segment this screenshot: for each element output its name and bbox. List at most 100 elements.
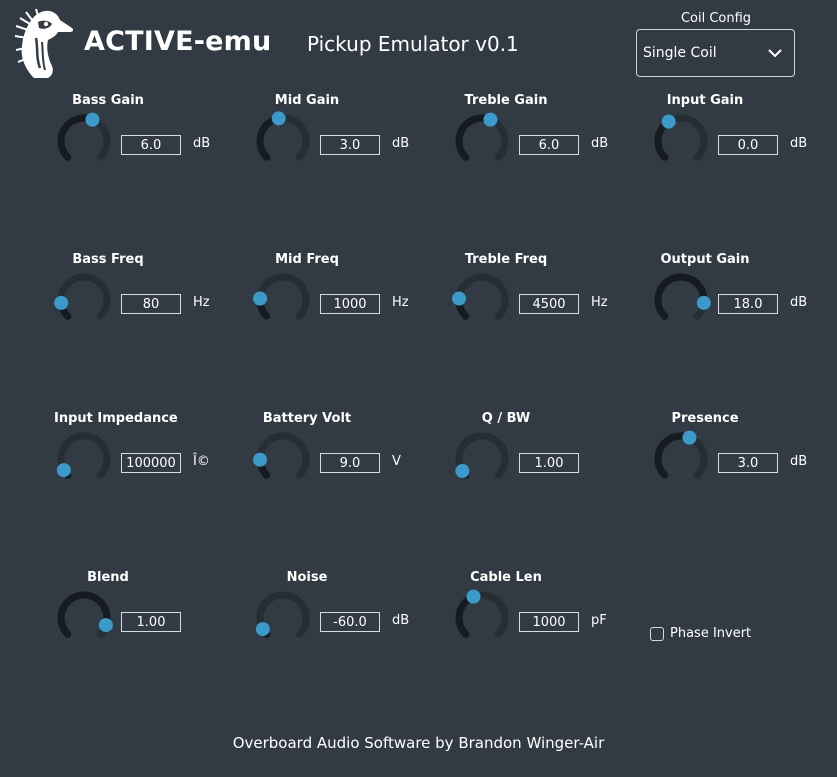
noise-input[interactable] — [320, 612, 380, 632]
q-bw-input[interactable] — [519, 453, 579, 473]
mid-gain-knob[interactable] — [253, 111, 313, 171]
noise-unit: dB — [392, 613, 410, 628]
knob-handle[interactable] — [455, 464, 470, 479]
q-bw-knob[interactable] — [452, 429, 512, 489]
blend-input[interactable] — [121, 612, 181, 632]
treble-freq-input[interactable] — [519, 294, 579, 314]
mid-gain-unit: dB — [392, 136, 410, 151]
treble-gain-input[interactable] — [519, 135, 579, 155]
knob-handle[interactable] — [54, 295, 69, 310]
blend-knob[interactable] — [54, 588, 114, 648]
control-presence: Presence dB — [651, 411, 837, 521]
control-output-gain: Output Gain dB — [651, 252, 837, 362]
input-gain-input[interactable] — [718, 135, 778, 155]
battery-volt-input[interactable] — [320, 453, 380, 473]
knob-handle[interactable] — [661, 114, 676, 129]
coil-config-select[interactable]: Single Coil — [636, 29, 795, 77]
control-mid-gain: Mid Gain dB — [253, 93, 443, 203]
input-gain-unit: dB — [790, 136, 808, 151]
knob-handle[interactable] — [466, 589, 481, 604]
treble-freq-unit: Hz — [591, 295, 608, 310]
output-gain-knob[interactable] — [651, 270, 711, 330]
bass-freq-knob[interactable] — [54, 270, 114, 330]
noise-label: Noise — [286, 570, 328, 585]
battery-volt-label: Battery Volt — [262, 411, 352, 426]
knob-handle[interactable] — [56, 463, 71, 478]
knob-handle[interactable] — [253, 452, 268, 467]
battery-volt-unit: V — [392, 454, 401, 469]
bass-freq-input[interactable] — [121, 294, 181, 314]
control-bass-gain: Bass Gain dB — [54, 93, 244, 203]
control-noise: Noise dB — [253, 570, 443, 680]
control-q-bw: Q / BW — [452, 411, 642, 521]
phase-invert-checkbox[interactable] — [650, 626, 664, 641]
input-gain-knob[interactable] — [651, 111, 711, 171]
mid-gain-input[interactable] — [320, 135, 380, 155]
knob-handle[interactable] — [452, 291, 467, 306]
treble-gain-label: Treble Gain — [464, 93, 548, 108]
control-input-impedance: Input Impedance Î© — [54, 411, 244, 521]
knob-handle[interactable] — [696, 295, 711, 310]
control-input-gain: Input Gain dB — [651, 93, 837, 203]
output-gain-unit: dB — [790, 295, 808, 310]
mid-freq-knob[interactable] — [253, 270, 313, 330]
bass-gain-knob[interactable] — [54, 111, 114, 171]
noise-knob[interactable] — [253, 588, 313, 648]
presence-label: Presence — [671, 411, 739, 426]
phase-invert-toggle[interactable]: Phase Invert — [650, 626, 751, 641]
input-gain-label: Input Gain — [666, 93, 744, 108]
input-impedance-label: Input Impedance — [54, 411, 178, 426]
mid-freq-unit: Hz — [392, 295, 409, 310]
knob-handle[interactable] — [98, 618, 113, 633]
mid-gain-label: Mid Gain — [274, 93, 340, 108]
coil-config-label: Coil Config — [680, 11, 752, 26]
control-mid-freq: Mid Freq Hz — [253, 252, 443, 362]
presence-unit: dB — [790, 454, 808, 469]
chevron-down-icon — [768, 49, 782, 58]
control-blend: Blend — [54, 570, 244, 680]
knob-handle[interactable] — [85, 112, 100, 127]
cable-len-knob[interactable] — [452, 588, 512, 648]
control-treble-freq: Treble Freq Hz — [452, 252, 642, 362]
presence-input[interactable] — [718, 453, 778, 473]
input-impedance-input[interactable] — [121, 453, 181, 473]
app-subtitle: Pickup Emulator v0.1 — [307, 32, 519, 56]
knob-handle[interactable] — [255, 622, 270, 637]
q-bw-label: Q / BW — [481, 411, 531, 426]
emu-logo — [14, 8, 74, 79]
control-bass-freq: Bass Freq Hz — [54, 252, 244, 362]
coil-config-value: Single Coil — [643, 45, 717, 61]
bass-freq-unit: Hz — [193, 295, 210, 310]
bass-gain-label: Bass Gain — [72, 93, 144, 108]
knob-track — [256, 273, 310, 320]
knob-handle[interactable] — [682, 430, 697, 445]
knob-track — [57, 273, 111, 320]
knob-handle[interactable] — [483, 112, 498, 127]
output-gain-label: Output Gain — [660, 252, 750, 267]
output-gain-input[interactable] — [718, 294, 778, 314]
input-impedance-knob[interactable] — [54, 429, 114, 489]
bass-freq-label: Bass Freq — [72, 252, 144, 267]
knob-handle[interactable] — [271, 111, 286, 126]
knob-track — [256, 432, 310, 479]
mid-freq-label: Mid Freq — [275, 252, 339, 267]
bass-gain-input[interactable] — [121, 135, 181, 155]
footer-credit: Overboard Audio Software by Brandon Wing… — [232, 734, 605, 752]
battery-volt-knob[interactable] — [253, 429, 313, 489]
knob-track — [455, 273, 509, 320]
knob-handle[interactable] — [253, 291, 268, 306]
treble-freq-knob[interactable] — [452, 270, 512, 330]
treble-gain-knob[interactable] — [452, 111, 512, 171]
control-cable-len: Cable Len pF — [452, 570, 642, 680]
control-treble-gain: Treble Gain dB — [452, 93, 642, 203]
treble-freq-label: Treble Freq — [464, 252, 548, 267]
cable-len-input[interactable] — [519, 612, 579, 632]
cable-len-unit: pF — [591, 613, 607, 628]
cable-len-label: Cable Len — [470, 570, 542, 585]
mid-freq-input[interactable] — [320, 294, 380, 314]
input-impedance-unit: Î© — [193, 454, 210, 469]
bass-gain-unit: dB — [193, 136, 211, 151]
presence-knob[interactable] — [651, 429, 711, 489]
control-battery-volt: Battery Volt V — [253, 411, 443, 521]
phase-invert-label: Phase Invert — [670, 626, 752, 641]
